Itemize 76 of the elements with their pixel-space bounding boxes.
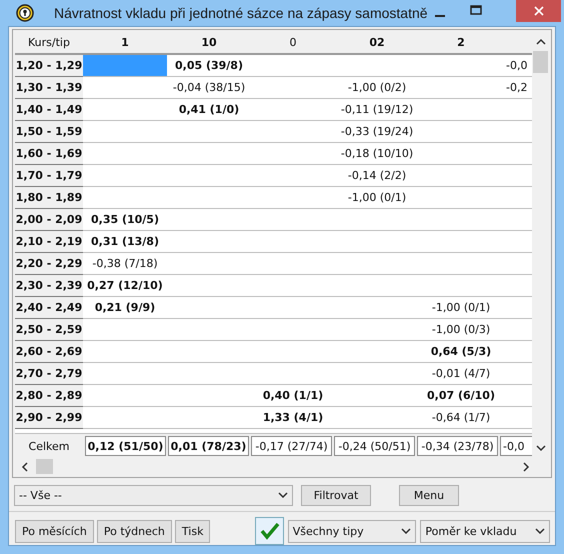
scroll-down-icon[interactable]	[536, 445, 546, 452]
row-header: 2,10 - 2,19	[15, 231, 83, 253]
row-header: 1,40 - 1,49	[15, 99, 83, 121]
row-header: 2,40 - 2,49	[15, 297, 83, 319]
filter-dropdown[interactable]: -- Vše --	[14, 484, 293, 506]
row-header: 1,70 - 1,79	[15, 165, 83, 187]
row-header: 1,80 - 1,89	[15, 187, 83, 209]
total-cell: -0,17 (27/74)	[251, 436, 332, 456]
table-cell-text: -1,00 (0/2)	[346, 80, 408, 96]
menu-button[interactable]: Menu	[399, 484, 459, 506]
table-cell-text: -0,2	[505, 80, 528, 96]
scrollbar-thumb[interactable]	[533, 51, 548, 73]
total-cell: 0,12 (51/50)	[85, 436, 166, 456]
row-header: 2,00 - 2,09	[15, 209, 83, 231]
tips-dropdown[interactable]: Všechny tipy	[288, 520, 416, 542]
scrollbar-thumb[interactable]	[36, 459, 53, 474]
table-cell-text: 0,41 (1/0)	[178, 102, 240, 118]
selected-cell[interactable]	[83, 55, 167, 76]
row-header: 1,50 - 1,59	[15, 121, 83, 143]
row-header: 2,60 - 2,69	[15, 341, 83, 363]
column-header[interactable]: 1	[83, 32, 167, 53]
table-cell-text: 0,07 (6/10)	[426, 388, 496, 404]
table-cell-text: -0,38 (7/18)	[91, 256, 159, 272]
total-cell: -0,24 (50/51)	[334, 436, 415, 456]
total-label: Celkem	[28, 440, 70, 452]
close-button[interactable]	[516, 0, 561, 22]
total-cell: 0,01 (78/23)	[168, 436, 249, 456]
keyhole-coin-icon	[16, 4, 34, 22]
table-cell-text: -1,00 (0/1)	[346, 190, 408, 206]
checkmark-icon	[260, 522, 280, 540]
row-header: 2,20 - 2,29	[15, 253, 83, 275]
row-header: 2,90 - 2,99	[15, 407, 83, 429]
table-cell-text: 0,21 (9/9)	[94, 300, 156, 316]
table-cell-text: 0,27 (12/10)	[86, 278, 164, 294]
column-header[interactable]: 0	[251, 32, 335, 53]
table-cell-text: -0,11 (19/12)	[340, 102, 414, 118]
table-cell-text: -0,18 (10/10)	[340, 146, 414, 162]
row-header: 1,20 - 1,29	[15, 55, 83, 77]
table-cell-text: -0,01 (4/7)	[430, 366, 492, 382]
row-header: 2,50 - 2,59	[15, 319, 83, 341]
maximize-icon[interactable]	[470, 5, 482, 15]
table-cell-text: -0,14 (2/2)	[346, 168, 408, 184]
table-cell-text: -1,00 (0/1)	[430, 300, 492, 316]
table-cell-text: -0,04 (38/15)	[172, 80, 246, 96]
window-title: Návratnost vkladu při jednotné sázce na zápasy samostatně	[54, 5, 428, 21]
view-button[interactable]: Po týdnech	[96, 520, 172, 542]
column-header[interactable]: 2	[419, 32, 503, 53]
table-cell-text: -0,33 (19/24)	[340, 124, 414, 140]
row-header: 2,80 - 2,89	[15, 385, 83, 407]
scroll-right-icon[interactable]	[523, 462, 530, 472]
row-header: 2,30 - 2,39	[15, 275, 83, 297]
scroll-up-icon[interactable]	[536, 38, 546, 45]
row-header: 2,70 - 2,79	[15, 363, 83, 385]
view-button[interactable]: Tisk	[174, 520, 210, 542]
table-cell-text: -0,0	[505, 58, 528, 74]
table-cell-text: 1,33 (4/1)	[262, 410, 324, 426]
column-header: Kurs/tip	[27, 35, 71, 51]
table-cell-text: -1,00 (0/3)	[430, 322, 492, 338]
table-cell-text: -0,64 (1/7)	[430, 410, 492, 426]
row-header: 1,30 - 1,39	[15, 77, 83, 99]
scroll-left-icon[interactable]	[21, 462, 28, 472]
mode-dropdown[interactable]: Poměr ke vkladu	[420, 520, 550, 542]
table-cell-text: 0,40 (1/1)	[262, 388, 324, 404]
view-button[interactable]: Po měsících	[15, 520, 94, 542]
table-cell-text: 0,31 (13/8)	[90, 234, 160, 250]
table-cell-text: 0,35 (10/5)	[90, 212, 160, 228]
row-header: 1,60 - 1,69	[15, 143, 83, 165]
column-header[interactable]: 02	[335, 32, 419, 53]
table-cell-text: 0,64 (5/3)	[430, 344, 492, 360]
total-cell: -0,0	[500, 436, 532, 456]
close-icon	[534, 6, 544, 16]
column-header[interactable]: 10	[167, 32, 251, 53]
table-cell-text: 0,05 (39/8)	[174, 58, 244, 74]
checkmark-toggle[interactable]	[255, 517, 284, 545]
total-cell: -0,34 (23/78)	[417, 436, 498, 456]
filter-button[interactable]: Filtrovat	[301, 484, 371, 506]
